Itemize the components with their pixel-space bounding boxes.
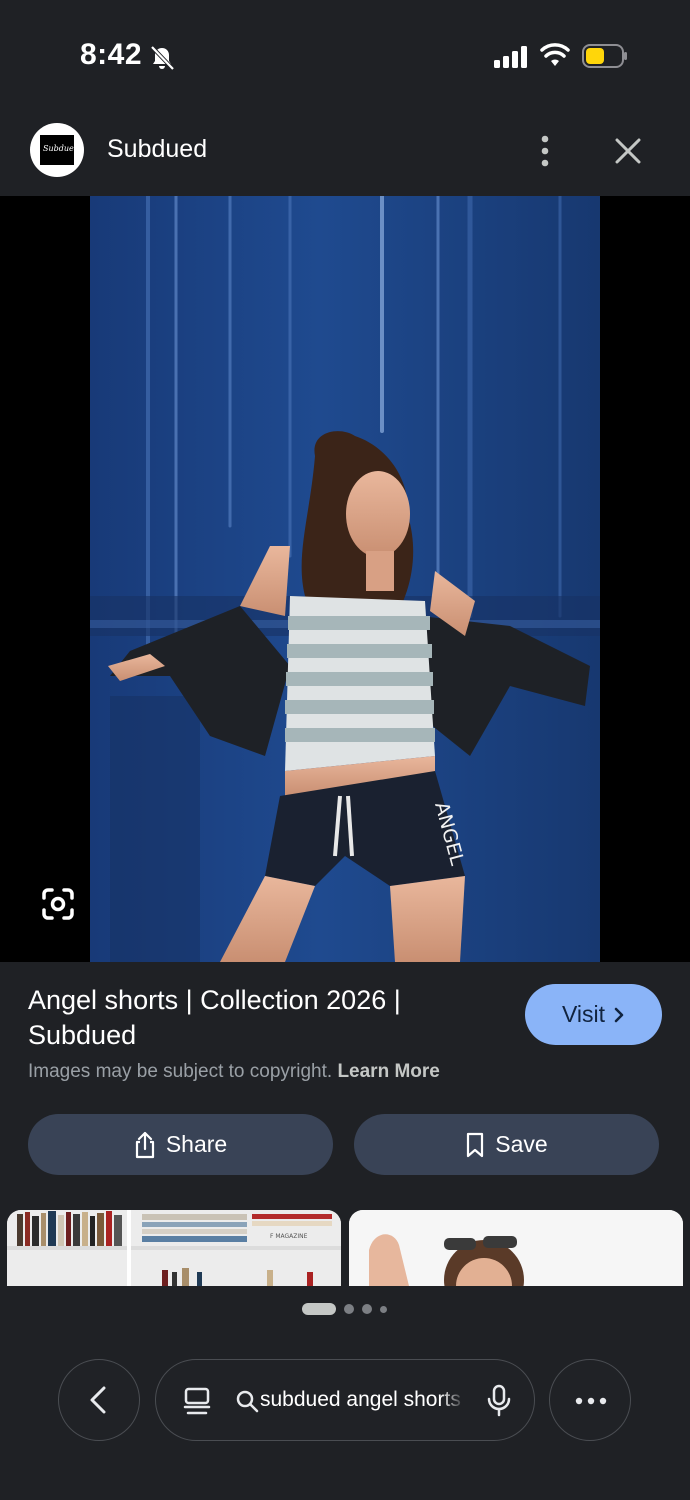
status-time: 8:42 — [80, 38, 143, 71]
back-button[interactable] — [58, 1359, 140, 1441]
more-vert-icon[interactable] — [535, 133, 555, 169]
share-label: Share — [165, 1131, 228, 1157]
battery-icon — [582, 44, 627, 68]
save-button[interactable]: Save — [354, 1114, 659, 1175]
related-thumbnail[interactable]: F MAGAZINE — [7, 1210, 341, 1286]
logo-text: Subdued — [43, 144, 79, 153]
share-button[interactable]: Share — [28, 1114, 333, 1175]
signal-icon — [494, 46, 527, 68]
search-query-text[interactable]: subdued angel shorts — [260, 1388, 465, 1412]
chevron-right-icon — [614, 1007, 624, 1022]
mic-icon[interactable] — [486, 1384, 512, 1418]
result-title[interactable]: Angel shorts | Collection 2026 | Subdued — [28, 983, 498, 1053]
save-label: Save — [495, 1131, 548, 1157]
copyright-notice: Images may be subject to copyright. Lear… — [28, 1061, 440, 1083]
source-name[interactable]: Subdued — [107, 135, 207, 164]
lens-icon[interactable] — [40, 886, 76, 922]
pagination-dots — [302, 1302, 387, 1316]
related-thumbnail[interactable] — [349, 1210, 683, 1286]
magazine-label: F MAGAZINE — [270, 1233, 308, 1240]
copyright-text: Images may be subject to copyright. — [28, 1061, 333, 1082]
overflow-menu-button[interactable] — [549, 1359, 631, 1441]
pagination-dot — [344, 1304, 354, 1314]
source-logo[interactable]: Subdued — [30, 123, 84, 177]
search-icon — [236, 1390, 259, 1413]
pagination-dot — [362, 1304, 372, 1314]
back-icon — [90, 1386, 106, 1414]
tabs-icon[interactable] — [182, 1386, 212, 1416]
bookmark-icon — [467, 1132, 484, 1157]
bell-slash-icon — [150, 45, 175, 71]
visit-button[interactable]: Visit — [525, 984, 662, 1045]
share-icon — [135, 1131, 154, 1158]
wifi-icon — [540, 43, 570, 66]
pagination-dot — [380, 1305, 387, 1313]
learn-more-link[interactable]: Learn More — [337, 1061, 439, 1082]
pagination-dot-active — [302, 1303, 336, 1315]
visit-label: Visit — [561, 1001, 606, 1027]
close-icon[interactable] — [610, 134, 646, 168]
more-horiz-icon — [575, 1397, 607, 1405]
result-image[interactable]: ANGEL — [90, 196, 600, 962]
